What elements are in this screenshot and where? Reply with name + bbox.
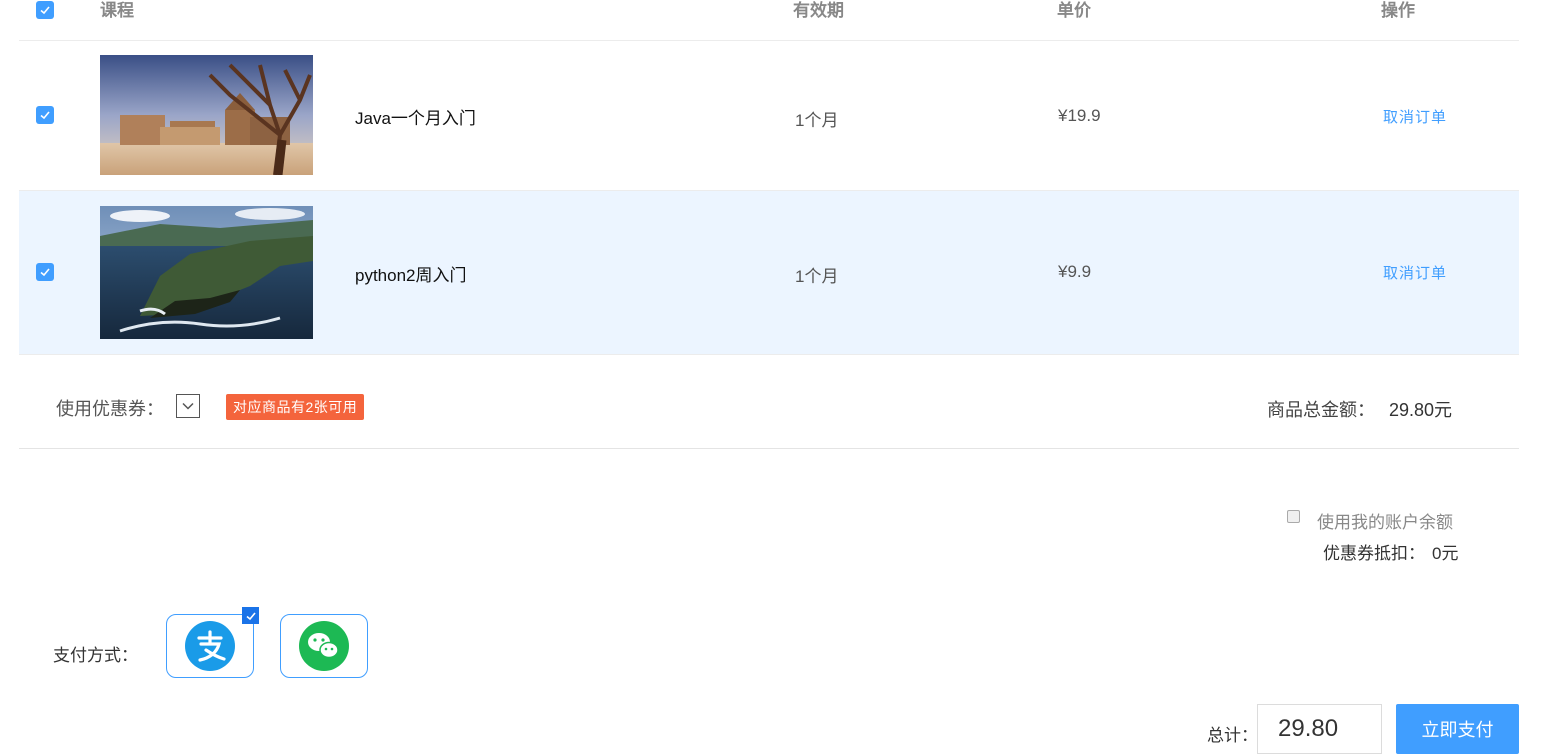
check-icon <box>40 268 50 277</box>
coupon-select[interactable] <box>176 394 200 418</box>
course-name: python2周入门 <box>355 266 467 285</box>
coupon-discount-label: 优惠券抵扣： <box>1323 544 1425 563</box>
total-amount-field: 29.80 <box>1257 704 1382 754</box>
use-balance-label: 使用我的账户余额 <box>1317 513 1453 532</box>
course-thumbnail-temple <box>100 55 313 175</box>
header-price: 单价 <box>1057 1 1091 20</box>
table-row: python2周入门 1个月 ¥9.9 取消订单 <box>19 191 1519 355</box>
check-icon <box>40 6 50 15</box>
payment-method-label: 支付方式： <box>53 646 138 665</box>
select-all-checkbox[interactable] <box>36 1 54 19</box>
table-row: Java一个月入门 1个月 ¥19.9 取消订单 <box>19 40 1519 191</box>
row-checkbox[interactable] <box>36 263 54 281</box>
course-thumbnail-coast <box>100 206 313 339</box>
course-validity: 1个月 <box>795 111 839 130</box>
pay-now-button[interactable]: 立即支付 <box>1396 704 1519 754</box>
course-validity: 1个月 <box>795 267 839 286</box>
header-validity: 有效期 <box>793 1 844 20</box>
row-checkbox[interactable] <box>36 106 54 124</box>
wechat-pay-option[interactable] <box>280 614 368 678</box>
check-icon <box>245 611 256 620</box>
goods-total-label: 商品总金额： <box>1267 400 1375 420</box>
header-course: 课程 <box>100 1 134 20</box>
chevron-down-icon <box>182 402 194 410</box>
check-icon <box>40 111 50 120</box>
header-action: 操作 <box>1381 1 1415 20</box>
cancel-order-link[interactable]: 取消订单 <box>1383 106 1447 127</box>
coupon-discount-value: 0元 <box>1432 544 1459 563</box>
alipay-option[interactable] <box>166 614 254 678</box>
cancel-order-link[interactable]: 取消订单 <box>1383 262 1447 283</box>
course-price: ¥19.9 <box>1058 106 1101 125</box>
alipay-icon <box>185 621 235 671</box>
coupon-label: 使用优惠券： <box>56 399 164 419</box>
coupon-available-badge: 对应商品有2张可用 <box>226 394 365 420</box>
goods-total-value: 29.80元 <box>1389 400 1453 420</box>
wechat-icon <box>299 621 349 671</box>
course-price: ¥9.9 <box>1058 262 1092 281</box>
alipay-selected-check <box>242 607 259 624</box>
total-label: 总计： <box>1207 726 1258 745</box>
course-name: Java一个月入门 <box>355 109 476 128</box>
use-balance-checkbox[interactable] <box>1287 510 1300 523</box>
table-header: 课程 有效期 单价 操作 <box>19 0 1519 41</box>
coupon-bar: 使用优惠券： 对应商品有2张可用 商品总金额： 29.80元 <box>19 355 1519 449</box>
